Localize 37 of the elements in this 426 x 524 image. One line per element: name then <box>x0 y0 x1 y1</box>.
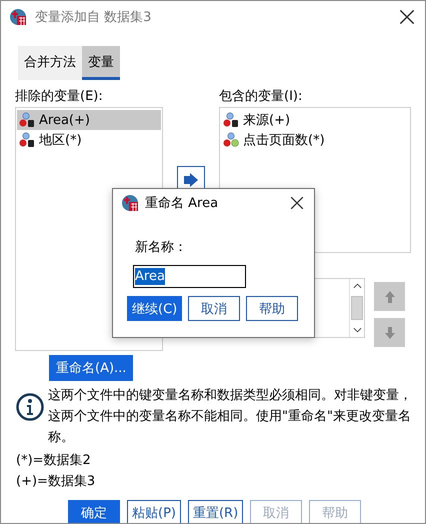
action-button[interactable]: 帮助 <box>246 296 298 321</box>
legend-text: (+)=数据集3 <box>16 473 96 491</box>
info-icon <box>16 393 44 421</box>
close-icon[interactable] <box>399 9 415 25</box>
arrow-icon <box>183 172 199 186</box>
up-arrow-icon <box>384 290 396 304</box>
name-input[interactable]: Area <box>133 265 246 288</box>
list-label: 包含的变量(I): <box>219 88 304 106</box>
action-button[interactable]: 粘贴(P) <box>127 500 181 523</box>
dialog-title: 重命名 Area <box>145 195 220 212</box>
variable-icon <box>19 132 35 148</box>
variable-item[interactable]: 地区(*) <box>17 130 161 150</box>
variable-icon <box>19 112 35 128</box>
rename-button[interactable]: 重命名(A)... <box>49 355 134 381</box>
down-arrow-icon <box>384 326 396 340</box>
legend-text: (*)=数据集2 <box>16 452 92 470</box>
action-button[interactable]: 重置(R) <box>188 500 244 523</box>
variable-icon <box>223 132 239 148</box>
scroll-up-icon[interactable] <box>352 283 362 289</box>
window-title: 变量添加自 数据集3 <box>35 9 152 26</box>
tab[interactable]: 变量 <box>82 46 120 80</box>
scroll-down-icon[interactable] <box>352 327 362 333</box>
scrollbar[interactable] <box>349 279 364 337</box>
app-icon <box>121 194 139 212</box>
field-label: 新名称： <box>135 239 188 256</box>
action-button[interactable]: 继续(C) <box>127 296 182 321</box>
close-icon[interactable] <box>290 196 304 210</box>
info-text: 这两个文件中的键变量名称和数据类型必须相同。对非键变量，这两个文件中的变量名称不能相同。使用"重命名"来更改变量名称。 <box>48 387 413 447</box>
app-icon <box>9 8 27 26</box>
variable-item[interactable]: Area(+) <box>17 110 161 130</box>
list-label: 排除的变量(E): <box>15 88 104 106</box>
action-button[interactable]: 确定 <box>68 500 120 523</box>
variable-item[interactable]: 点击页面数(*) <box>221 130 409 150</box>
variable-icon <box>223 112 239 128</box>
action-button[interactable]: 取消 <box>188 296 240 321</box>
tab[interactable]: 合并方法 <box>18 46 82 80</box>
variable-item[interactable]: 来源(+) <box>221 110 409 130</box>
